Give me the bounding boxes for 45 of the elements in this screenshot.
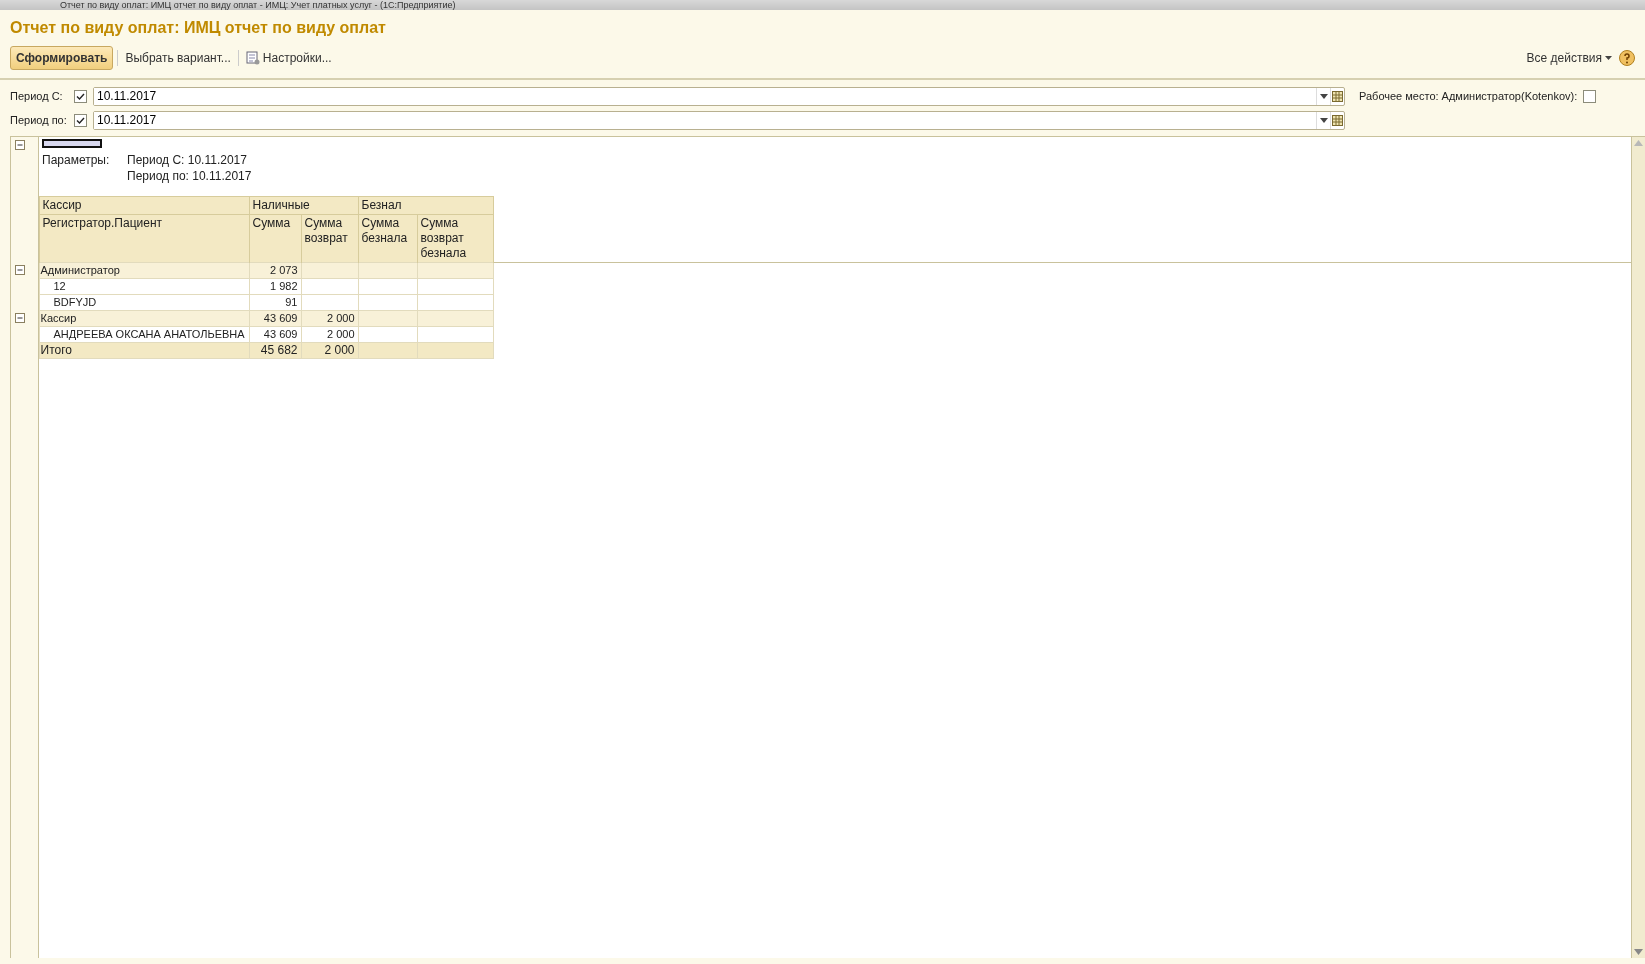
row-name-cell: BDFYJD	[39, 294, 249, 310]
column-header: Наличные	[249, 196, 358, 214]
params-label: Параметры:	[42, 153, 110, 167]
help-icon[interactable]	[1619, 50, 1635, 66]
checkbox[interactable]	[74, 113, 87, 127]
all-actions-menu[interactable]: Все действия	[1523, 47, 1615, 69]
collapse-icon[interactable]	[15, 313, 25, 324]
amount-cell: 91	[249, 294, 301, 310]
column-header: Регистратор.Пациент	[39, 214, 249, 262]
column-header: Кассир	[39, 196, 249, 214]
variant-button[interactable]: Выбрать вариант...	[122, 47, 234, 69]
amount-cell: 2 073	[249, 262, 301, 278]
collapse-icon[interactable]	[15, 140, 25, 151]
dropdown-icon[interactable]	[1319, 117, 1328, 123]
window-title: Отчет по виду оплат: ИМЦ отчет по виду оплат - ИМЦ: Учет платных услуг - (1С:Предприятие)	[60, 0, 456, 10]
column-header: Сумма	[249, 214, 301, 262]
amount-cell: 2 000	[301, 326, 358, 342]
generate-button[interactable]: Сформировать	[10, 46, 114, 70]
column-header: Сумма возврат	[301, 214, 358, 262]
param-text: Период по: 10.11.2017	[127, 168, 252, 184]
column-header: Сумма возврат безнала	[417, 214, 493, 262]
caret-icon	[1605, 56, 1612, 60]
column-header: Сумма безнала	[358, 214, 417, 262]
field-label: Период по:	[10, 112, 68, 128]
report-title: Отчет по виду оплат: ИМЦ отчет по виду оплат	[9, 18, 387, 38]
scroll-down-icon[interactable]	[1634, 949, 1643, 955]
amount-cell: 1 982	[249, 278, 301, 294]
dropdown-icon[interactable]	[1319, 93, 1328, 99]
settings-button[interactable]: Настройки...	[242, 47, 335, 69]
checkbox[interactable]	[74, 89, 87, 103]
param-text: Период С: 10.11.2017	[127, 152, 247, 168]
collapse-icon[interactable]	[15, 265, 25, 276]
amount-cell: 43 609	[249, 326, 301, 342]
calendar-icon[interactable]	[1332, 114, 1343, 126]
field-label: Рабочее место: Администратор(Kotenkov):	[1359, 88, 1578, 104]
selected-cell[interactable]	[42, 139, 102, 148]
field-label: Период С:	[10, 88, 64, 104]
row-name-cell: 12	[39, 278, 249, 294]
calendar-icon[interactable]	[1332, 90, 1343, 102]
settings-icon	[245, 51, 260, 65]
scrollbar[interactable]	[1631, 137, 1645, 958]
checkbox[interactable]	[1583, 89, 1597, 103]
group-name-cell: Администратор	[39, 262, 249, 278]
column-header: Безнал	[358, 196, 493, 214]
row-name-cell: АНДРЕЕВА ОКСАНА АНАТОЛЬЕВНА	[39, 326, 249, 342]
